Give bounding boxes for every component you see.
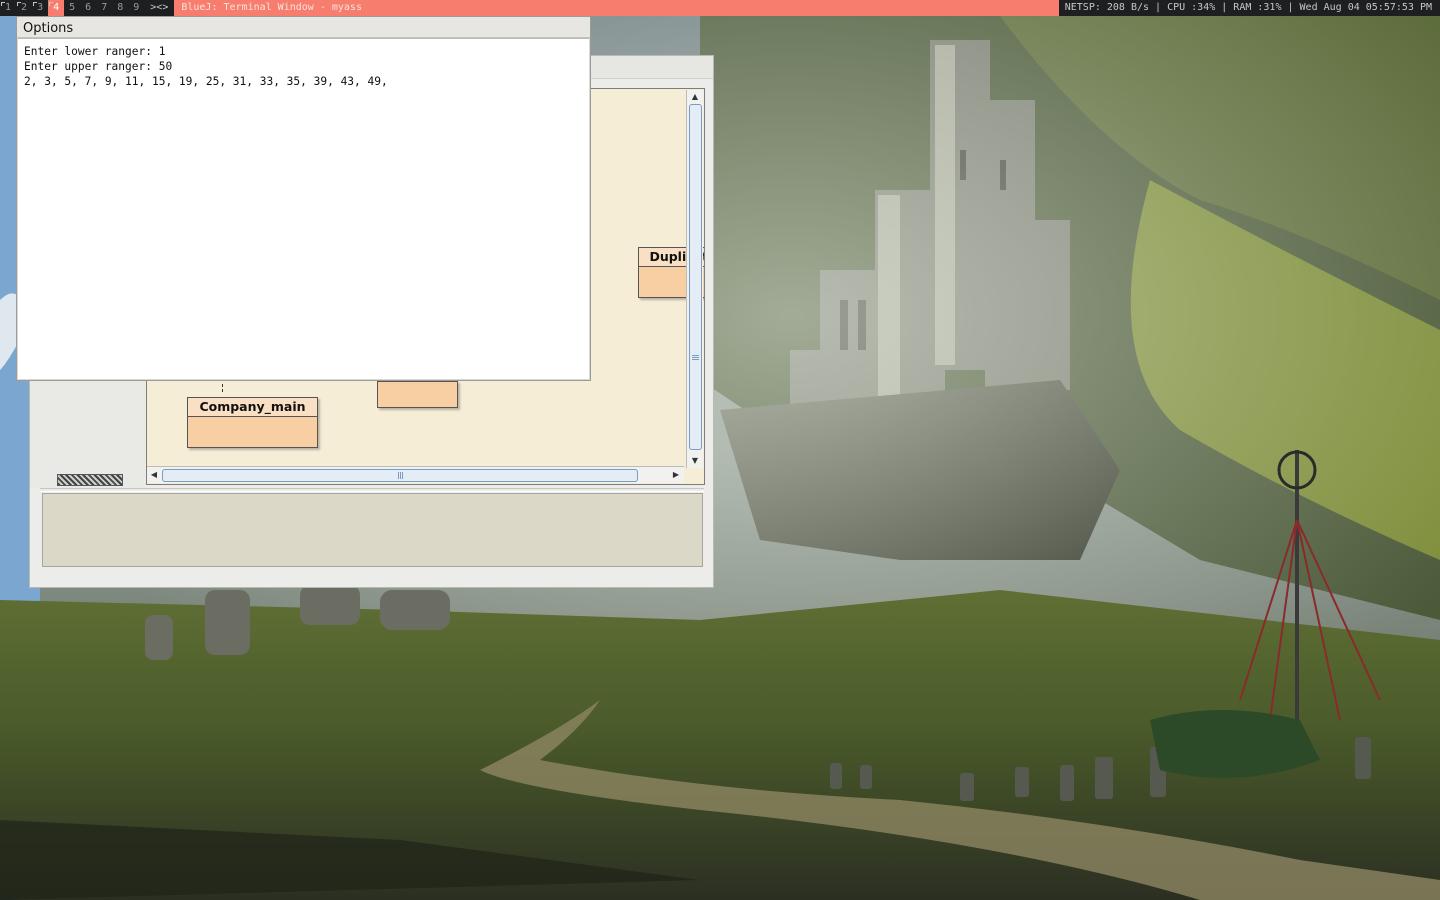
workspace-5[interactable]: 5 bbox=[64, 0, 80, 16]
workspace-4-active[interactable]: 4 bbox=[48, 0, 65, 16]
workspace-8[interactable]: 8 bbox=[112, 0, 128, 16]
class-partially-hidden[interactable] bbox=[377, 381, 458, 408]
focused-window-title: BlueJ: Terminal Window - myass bbox=[174, 0, 1059, 16]
workspace-2[interactable]: 2 bbox=[16, 0, 32, 16]
scroll-left-arrow-icon[interactable]: ◀ bbox=[147, 467, 161, 483]
diagram-vertical-scrollbar[interactable]: ▲ ▼ bbox=[686, 90, 703, 468]
terminal-output[interactable]: Enter lower ranger: 1 Enter upper ranger:… bbox=[18, 38, 589, 379]
horizontal-scroll-thumb[interactable] bbox=[162, 469, 638, 482]
diagram-horizontal-scrollbar[interactable]: ◀ ▶ bbox=[147, 466, 684, 483]
terminal-window: Options Enter lower ranger: 1 Enter upper… bbox=[16, 16, 591, 381]
class-name: Company_main bbox=[188, 398, 317, 417]
top-status-bar: 1 2 3 4 5 6 7 8 9 ><> BlueJ: Terminal Wi… bbox=[0, 0, 1440, 16]
separator bbox=[40, 488, 704, 492]
machine-activity-indicator[interactable] bbox=[57, 474, 123, 486]
workspace-3[interactable]: 3 bbox=[32, 0, 48, 16]
grip-line bbox=[692, 357, 699, 358]
status-message-area bbox=[42, 493, 703, 567]
output-line: Enter upper ranger: 50 bbox=[24, 60, 173, 73]
grip-line bbox=[398, 472, 399, 479]
scroll-down-arrow-icon[interactable]: ▼ bbox=[687, 454, 703, 468]
workspace-7[interactable]: 7 bbox=[96, 0, 112, 16]
workspace-list: 1 2 3 4 5 6 7 8 9 bbox=[0, 0, 144, 16]
grip-line bbox=[692, 355, 699, 356]
output-line: Enter lower ranger: 1 bbox=[24, 45, 166, 58]
output-line: 2, 3, 5, 7, 9, 11, 15, 19, 25, 31, 33, 3… bbox=[24, 75, 388, 88]
grip-line bbox=[692, 359, 699, 360]
grip-line bbox=[400, 472, 401, 479]
vertical-scroll-thumb[interactable] bbox=[689, 104, 702, 450]
system-status: NETSP: 208 B/s | CPU :34% | RAM :31% | W… bbox=[1064, 2, 1432, 13]
workspace-9[interactable]: 9 bbox=[128, 0, 144, 16]
terminal-menubar: Options bbox=[17, 17, 590, 38]
dependency-arrow bbox=[222, 384, 224, 392]
workspace-6[interactable]: 6 bbox=[80, 0, 96, 16]
grip-line bbox=[402, 472, 403, 479]
workspace-1[interactable]: 1 bbox=[0, 0, 16, 16]
options-menu[interactable]: Options bbox=[23, 21, 73, 36]
layout-indicator[interactable]: ><> bbox=[144, 0, 174, 16]
scroll-up-arrow-icon[interactable]: ▲ bbox=[687, 90, 703, 104]
scroll-right-arrow-icon[interactable]: ▶ bbox=[669, 467, 683, 483]
class-company-main[interactable]: Company_main bbox=[187, 397, 318, 448]
